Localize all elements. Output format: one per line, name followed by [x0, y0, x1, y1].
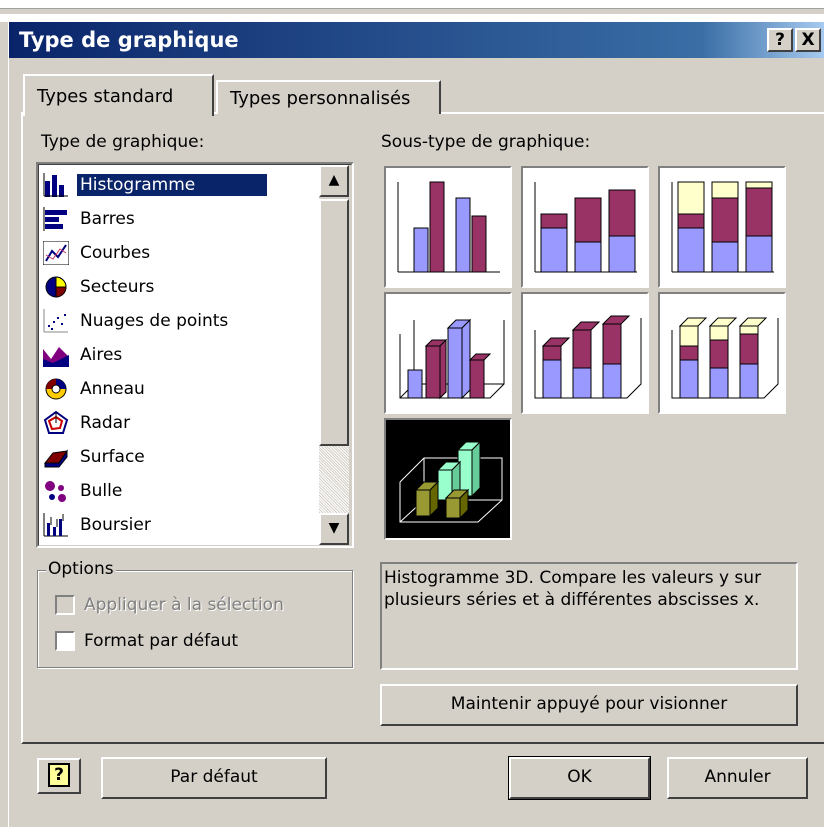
chart-type-item-label: Nuages de points: [80, 310, 229, 331]
clustered-column-preview: [397, 181, 500, 273]
default-button-label: Par défaut: [170, 767, 258, 787]
apply-selection-label: Appliquer à la sélection: [84, 595, 284, 615]
bar-chart-icon: [43, 206, 69, 231]
window-title: Type de graphique: [19, 28, 239, 52]
default-format-label: Format par défaut: [84, 631, 239, 651]
chart-type-item[interactable]: Boursier: [43, 508, 317, 541]
chart-type-item[interactable]: Courbes: [42, 236, 317, 269]
scroll-down-button[interactable]: ▼: [319, 513, 349, 545]
bubble-chart-icon: [43, 479, 69, 503]
area-chart-icon: [43, 343, 69, 367]
help-button[interactable]: ?: [37, 758, 81, 794]
chart-type-item-label: Aires: [80, 344, 123, 365]
chart-type-item-label: Barres: [80, 208, 135, 229]
apply-selection-checkbox[interactable]: [55, 595, 75, 615]
chart-type-item-label: Bulle: [80, 480, 123, 501]
chart-type-item[interactable]: Aires: [43, 338, 317, 371]
chart-type-item-label: Courbes: [80, 242, 151, 263]
tab-types-personnalises[interactable]: Types personnalisés: [216, 80, 441, 114]
percent-stacked-column-preview: [671, 181, 774, 273]
chart-type-item-label: Anneau: [80, 378, 145, 399]
chart-type-list[interactable]: Histogramme Barres Courbes Secteurs Nuages d…: [36, 162, 354, 548]
dialog-left-edge: [0, 22, 9, 827]
ok-button[interactable]: OK: [508, 756, 651, 800]
pie-chart-icon: [43, 275, 69, 299]
chart-type-item[interactable]: Nuages de points: [43, 304, 317, 337]
default-button[interactable]: Par défaut: [101, 757, 327, 799]
list-scrollbar[interactable]: ▲ ▼: [319, 165, 351, 545]
subtype-clustered-column[interactable]: [384, 166, 512, 288]
subtype-3d-stacked-column[interactable]: [521, 292, 649, 414]
3d-clustered-column-preview: [399, 318, 505, 400]
preview-hold-button[interactable]: Maintenir appuyé pour visionner: [380, 684, 798, 726]
top-strip: [0, 0, 824, 22]
chart-type-item[interactable]: Radar: [43, 406, 317, 439]
subtype-3d-100-stacked-column[interactable]: [658, 292, 786, 414]
chart-type-label: Type de graphique:: [41, 132, 205, 152]
radar-chart-icon: [43, 410, 69, 435]
scroll-up-button[interactable]: ▲: [319, 165, 349, 197]
chart-type-item[interactable]: Secteurs: [43, 270, 317, 303]
subtype-3d-clustered-column[interactable]: [384, 292, 512, 414]
chart-type-item-label: Radar: [80, 412, 131, 433]
doughnut-chart-icon: [43, 377, 69, 401]
chart-type-dialog: Type de graphique ? X Types standard Typ…: [0, 0, 824, 827]
subtype-100-stacked-column[interactable]: [658, 166, 786, 288]
line-chart-icon: [42, 240, 70, 265]
stacked-column-preview: [534, 182, 637, 273]
3d-column-preview: [399, 440, 503, 523]
stock-chart-icon: [43, 512, 69, 537]
chart-type-item[interactable]: Anneau: [43, 372, 317, 405]
chart-type-item-label: Boursier: [80, 514, 151, 535]
options-legend: Options: [46, 559, 116, 579]
chart-type-item-label: Histogramme: [76, 172, 268, 197]
subtype-3d-column[interactable]: [384, 418, 512, 540]
subtype-label: Sous-type de graphique:: [381, 132, 591, 152]
surface-chart-icon: [43, 445, 69, 469]
chart-type-item[interactable]: Surface: [43, 440, 317, 473]
chart-type-item-label: Surface: [80, 446, 145, 467]
ok-button-label: OK: [567, 767, 592, 787]
default-format-checkbox[interactable]: [55, 631, 75, 651]
options-group: Options Appliquer à la sélection Format …: [37, 559, 353, 668]
subtype-description: Histogramme 3D. Compare les valeurs y su…: [380, 562, 798, 670]
help-icon: ?: [48, 763, 70, 787]
subtype-stacked-column[interactable]: [521, 166, 649, 288]
3d-percent-stacked-column-preview: [671, 317, 779, 399]
tab-label: Types personnalisés: [230, 88, 411, 109]
cancel-button[interactable]: Annuler: [667, 757, 808, 799]
3d-stacked-column-preview: [534, 315, 642, 399]
cancel-button-label: Annuler: [704, 767, 771, 787]
column-chart-icon: [43, 172, 69, 197]
tab-types-standard[interactable]: Types standard: [23, 74, 214, 116]
help-title-button[interactable]: ?: [767, 28, 793, 52]
chart-type-item[interactable]: Bulle: [43, 474, 317, 507]
scroll-thumb[interactable]: [319, 199, 349, 446]
scatter-chart-icon: [43, 308, 69, 333]
chart-type-item[interactable]: Histogramme: [43, 168, 317, 201]
chart-type-item[interactable]: Barres: [43, 202, 317, 235]
title-bar[interactable]: Type de graphique ? X: [9, 22, 824, 58]
chart-type-item-label: Secteurs: [80, 276, 155, 297]
tab-label: Types standard: [37, 86, 174, 107]
preview-button-label: Maintenir appuyé pour visionner: [450, 694, 728, 714]
close-button[interactable]: X: [795, 28, 821, 52]
